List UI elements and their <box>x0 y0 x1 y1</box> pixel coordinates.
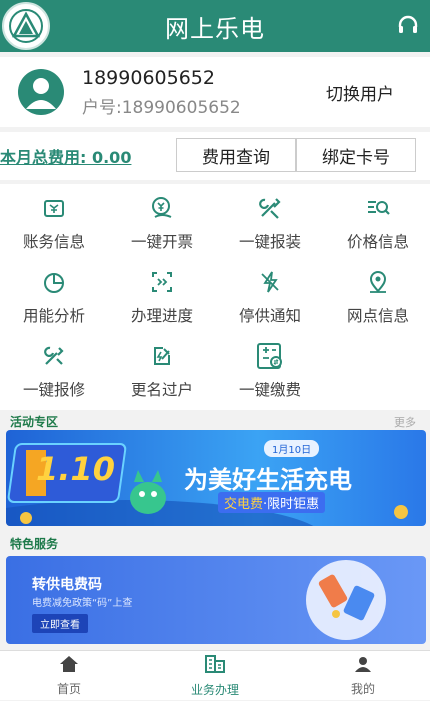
featured-section-title: 特色服务 <box>10 537 59 551</box>
service-label: 价格信息 <box>346 233 409 251</box>
more-link[interactable]: 更多 <box>394 414 416 430</box>
service-label: 网点信息 <box>346 307 409 325</box>
profile-icon <box>353 655 373 677</box>
banner-headline: 为美好生活充电 <box>184 466 352 494</box>
power-off-icon <box>256 268 284 296</box>
service-name-transfer[interactable]: 更名过户 <box>108 332 216 402</box>
page-title: 网上乐电 <box>165 14 265 43</box>
service-energy-analysis[interactable]: 用能分析 <box>0 258 108 328</box>
service-repair[interactable]: 一键报修 <box>0 332 108 402</box>
service-progress[interactable]: 办理进度 <box>108 258 216 328</box>
banner-subtitle: 交电费 ·限时钜惠 <box>218 492 326 513</box>
service-outlet-info[interactable]: 网点信息 <box>324 258 430 328</box>
monthly-total-fee[interactable]: 本月总费用: 0.00 <box>0 144 131 168</box>
view-now-button[interactable]: 立即查看 <box>32 614 88 633</box>
tab-label: 我的 <box>350 682 375 696</box>
bind-card-button[interactable]: 绑定卡号 <box>296 138 416 172</box>
tab-label: 业务办理 <box>190 683 239 697</box>
featured-title: 转供电费码 <box>32 577 102 593</box>
app-header: 网上乐电 <box>0 0 430 52</box>
service-price-info[interactable]: 价格信息 <box>324 184 430 254</box>
service-label: 一键报修 <box>22 381 85 399</box>
location-icon <box>364 268 392 296</box>
activity-section-title: 活动专区 <box>10 415 59 429</box>
featured-subtitle: 电费减免政策“码”上查 <box>32 598 133 609</box>
featured-banner[interactable]: 转供电费码 电费减免政策“码”上查 立即查看 <box>6 556 426 644</box>
service-label: 更名过户 <box>130 381 193 399</box>
service-label: 一键开票 <box>130 233 193 251</box>
banner-badge: 1.10 <box>36 450 115 488</box>
tab-business[interactable]: 业务办理 <box>160 651 270 701</box>
tab-label: 首页 <box>56 682 81 696</box>
service-invoice[interactable]: 一键开票 <box>108 184 216 254</box>
service-install[interactable]: 一键报装 <box>216 184 324 254</box>
service-label: 停供通知 <box>238 307 301 325</box>
service-outage-notice[interactable]: 停供通知 <box>216 258 324 328</box>
tools-icon <box>256 194 284 222</box>
service-label: 一键报装 <box>238 233 301 251</box>
banner-sub2: ·限时钜惠 <box>263 497 320 512</box>
home-icon <box>59 655 79 677</box>
service-label: 账务信息 <box>22 233 85 251</box>
service-label: 一键缴费 <box>238 381 301 399</box>
price-search-icon <box>364 194 392 222</box>
bill-icon <box>40 194 68 222</box>
headset-icon[interactable] <box>396 13 420 41</box>
service-payment[interactable]: 一键缴费 <box>216 332 324 402</box>
bottom-tab-bar: 首页 业务办理 我的 <box>0 650 430 700</box>
service-grid: 账务信息 一键开票 一键报装 价格信息 用能分析 办理进度 停供通知 网点信息 … <box>0 184 430 410</box>
banner-date: 1月10日 <box>264 440 320 457</box>
invoice-icon <box>148 194 176 222</box>
service-label: 办理进度 <box>130 307 193 325</box>
banner-sub1: 交电费 <box>224 497 264 512</box>
tab-profile[interactable]: 我的 <box>308 651 418 701</box>
switch-user-button[interactable]: 切换用户 <box>326 80 394 105</box>
progress-icon <box>148 268 176 296</box>
business-icon <box>204 654 226 678</box>
transfer-icon <box>148 342 176 370</box>
avatar[interactable] <box>18 69 64 115</box>
logo <box>2 2 50 50</box>
activity-banner[interactable]: 1.10 1月10日 为美好生活充电 交电费 ·限时钜惠 <box>6 430 426 526</box>
service-label: 用能分析 <box>22 307 85 325</box>
user-phone: 18990605652 <box>82 66 215 89</box>
repair-icon <box>40 342 68 370</box>
user-card: 18990605652 户号:18990605652 切换用户 <box>0 57 430 127</box>
fee-query-button[interactable]: 费用查询 <box>176 138 296 172</box>
service-billing-info[interactable]: 账务信息 <box>0 184 108 254</box>
tab-home[interactable]: 首页 <box>14 651 124 701</box>
account-number: 户号:18990605652 <box>82 97 241 118</box>
pie-chart-icon <box>40 268 68 296</box>
payment-icon <box>256 342 284 370</box>
